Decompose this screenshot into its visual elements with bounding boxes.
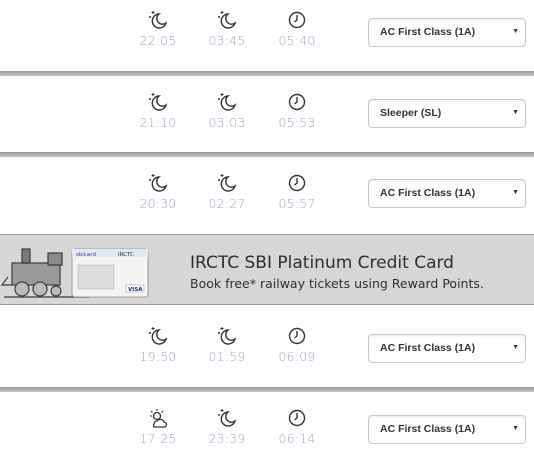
moon-icon (149, 93, 168, 111)
arrival-time: 03:03 (208, 115, 246, 130)
chevron-down-icon: ▼ (512, 109, 519, 116)
train-row: 20:30 02:27 05:57 AC First Class (1A) ▼ (0, 157, 534, 234)
sunset-icon (150, 409, 168, 428)
arrival-col: 02:27 (197, 172, 257, 211)
card-brand-label: sbicard (76, 252, 96, 258)
clock-icon (288, 93, 306, 111)
clock-icon (288, 174, 306, 192)
duration: 06:09 (278, 349, 316, 364)
duration-col: 05:53 (267, 91, 327, 130)
moon-icon (149, 174, 168, 192)
train-row: 19:50 01:59 06:09 AC First Class (1A) ▼ (0, 305, 534, 387)
arrival-col: 03:45 (197, 9, 257, 48)
credit-card-banner[interactable]: sbicard IRCTC VISA IRCTC SBI Platinum Cr… (0, 234, 534, 305)
chevron-down-icon: ▼ (512, 28, 519, 35)
class-select[interactable]: AC First Class (1A) ▼ (368, 18, 526, 47)
departure-time: 20:30 (139, 196, 177, 211)
arrival-col: 01:59 (197, 325, 257, 364)
class-select[interactable]: AC First Class (1A) ▼ (368, 415, 526, 444)
arrival-time: 23:39 (208, 431, 246, 446)
card-issuer-label: IRCTC (118, 252, 134, 258)
train-row: 21:10 03:03 05:53 Sleeper (SL) ▼ (0, 76, 534, 152)
moon-icon (218, 409, 237, 427)
class-select[interactable]: AC First Class (1A) ▼ (368, 334, 526, 363)
duration-col: 05:57 (267, 172, 327, 211)
departure-time: 21:10 (139, 115, 177, 130)
arrival-col: 23:39 (197, 407, 257, 446)
duration: 06:14 (278, 431, 316, 446)
duration-col: 06:09 (267, 325, 327, 364)
duration-col: 06:14 (267, 407, 327, 446)
departure-time: 17:25 (139, 431, 177, 446)
chevron-down-icon: ▼ (512, 425, 519, 432)
departure-col: 19:50 (128, 325, 188, 364)
train-row: 17:25 23:39 06:14 AC First Class (1A) ▼ (0, 392, 534, 462)
train-row: 22:05 03:45 05:40 AC First Class (1A) ▼ (0, 0, 534, 71)
chevron-down-icon: ▼ (512, 344, 519, 351)
departure-col: 20:30 (128, 172, 188, 211)
moon-icon (218, 327, 237, 345)
duration: 05:40 (278, 33, 316, 48)
departure-col: 22:05 (128, 9, 188, 48)
moon-icon (218, 93, 237, 111)
chevron-down-icon: ▼ (512, 189, 519, 196)
duration: 05:53 (278, 115, 316, 130)
class-select[interactable]: Sleeper (SL) ▼ (368, 99, 526, 128)
duration: 05:57 (278, 196, 316, 211)
arrival-time: 03:45 (208, 33, 246, 48)
departure-time: 19:50 (139, 349, 177, 364)
class-select-value: AC First Class (1A) (380, 342, 476, 354)
visa-logo: VISA (128, 287, 143, 293)
clock-icon (288, 327, 306, 345)
moon-icon (149, 327, 168, 345)
class-select[interactable]: AC First Class (1A) ▼ (368, 179, 526, 208)
moon-icon (218, 174, 237, 192)
clock-icon (288, 11, 306, 29)
class-select-value: Sleeper (SL) (380, 107, 442, 119)
arrival-time: 01:59 (208, 349, 246, 364)
departure-col: 21:10 (128, 91, 188, 130)
train-and-card-illustration: sbicard IRCTC VISA (0, 235, 160, 304)
arrival-col: 03:03 (197, 91, 257, 130)
class-select-value: AC First Class (1A) (380, 423, 476, 435)
moon-icon (218, 11, 237, 29)
class-select-value: AC First Class (1A) (380, 187, 476, 199)
duration-col: 05:40 (267, 9, 327, 48)
banner-title: IRCTC SBI Platinum Credit Card (190, 253, 454, 273)
banner-subtitle: Book free* railway tickets using Reward … (190, 276, 484, 291)
class-select-value: AC First Class (1A) (380, 26, 476, 38)
departure-time: 22:05 (139, 33, 177, 48)
moon-icon (149, 11, 168, 29)
clock-icon (288, 409, 306, 427)
arrival-time: 02:27 (208, 196, 246, 211)
departure-col: 17:25 (128, 407, 188, 446)
